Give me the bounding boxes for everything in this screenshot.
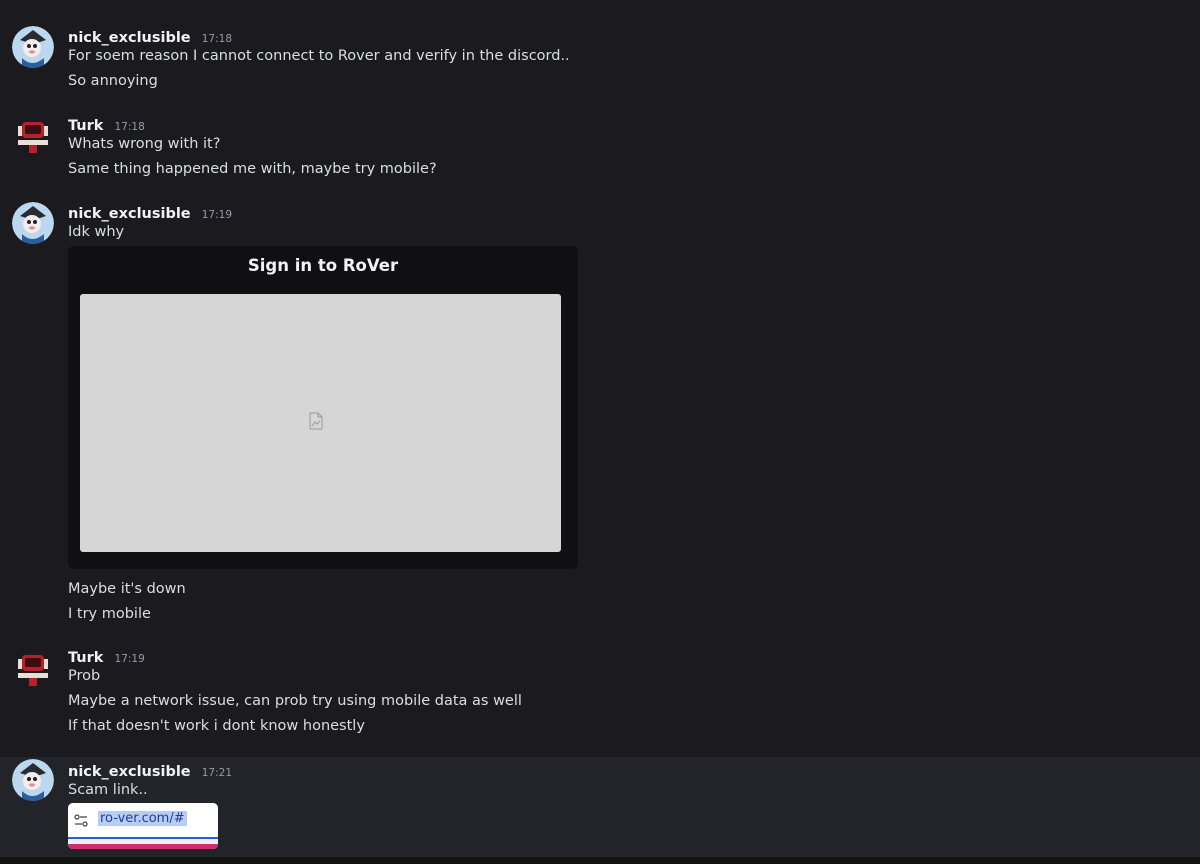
timestamp[interactable]: 17:21 <box>202 767 232 779</box>
message-text: So annoying <box>68 73 158 89</box>
embed-title: Sign in to RoVer <box>247 256 399 275</box>
username[interactable]: Turk <box>68 118 103 134</box>
message-group: Turk 17:19 Prob Maybe a network issue, c… <box>0 640 1200 757</box>
avatar[interactable] <box>12 647 54 689</box>
url-screenshot-attachment[interactable]: ro-ver.com/# <box>68 803 218 849</box>
address-bar: ro-ver.com/# <box>68 803 218 839</box>
message-text: Maybe it's down <box>68 581 186 597</box>
avatar[interactable] <box>12 26 54 68</box>
message-text: If that doesn't work i dont know honestl… <box>68 718 365 734</box>
message-text: For soem reason I cannot connect to Rove… <box>68 48 570 64</box>
message-group: Turk 17:18 Whats wrong with it? Same thi… <box>0 100 1200 190</box>
avatar[interactable] <box>12 759 54 801</box>
tune-icon <box>74 814 88 827</box>
username[interactable]: nick_exclusible <box>68 206 191 222</box>
avatar[interactable] <box>12 114 54 156</box>
image-embed[interactable]: Sign in to RoVer <box>68 246 578 569</box>
message-text: Same thing happened me with, maybe try m… <box>68 161 437 177</box>
message-group: nick_exclusible 17:18 For soem reason I … <box>0 0 1200 100</box>
message-text: Prob <box>68 668 101 684</box>
message-text: Idk why <box>68 224 125 240</box>
url-text: ro-ver.com/# <box>98 811 187 826</box>
message-text: I try mobile <box>68 606 151 622</box>
username[interactable]: Turk <box>68 650 103 666</box>
username[interactable]: nick_exclusible <box>68 764 191 780</box>
username[interactable]: nick_exclusible <box>68 30 191 46</box>
embed-image-placeholder[interactable] <box>80 294 561 552</box>
timestamp[interactable]: 17:19 <box>115 653 145 665</box>
message-text: Scam link.. <box>68 782 148 798</box>
avatar[interactable] <box>12 202 54 244</box>
timestamp[interactable]: 17:19 <box>202 209 232 221</box>
broken-image-icon <box>309 412 323 430</box>
timestamp[interactable]: 17:18 <box>115 121 145 133</box>
message-text: Maybe a network issue, can prob try usin… <box>68 693 522 709</box>
chat-message-list: nick_exclusible 17:18 For soem reason I … <box>0 0 1200 864</box>
bottom-divider <box>0 857 1200 864</box>
url-box-accent-bar <box>68 844 218 849</box>
message-text: Whats wrong with it? <box>68 136 221 152</box>
timestamp[interactable]: 17:18 <box>202 33 232 45</box>
